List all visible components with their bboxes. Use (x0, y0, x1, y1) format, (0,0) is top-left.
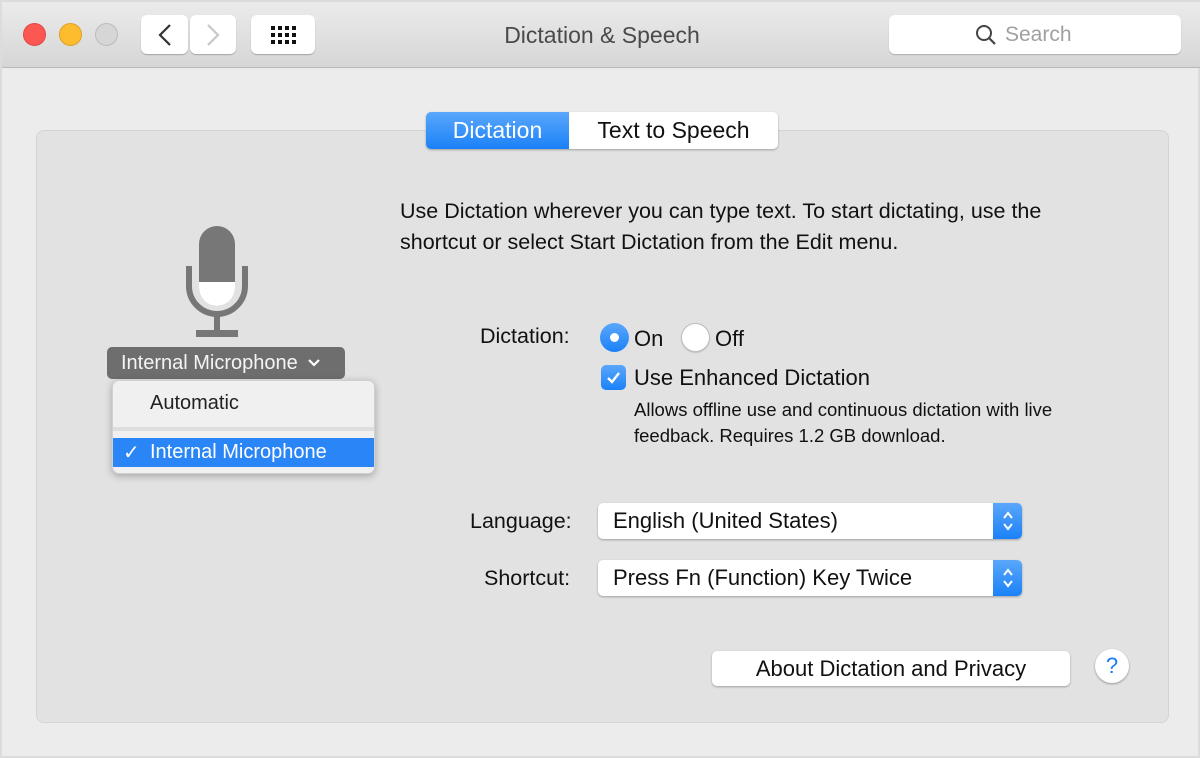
language-select[interactable]: English (United States) (598, 503, 1022, 539)
dictation-on-label[interactable]: On (634, 326, 663, 352)
preferences-window: Dictation & Speech Dictation Text to Spe… (0, 0, 1200, 758)
chevron-down-icon (308, 359, 320, 367)
enhanced-dictation-note: Allows offline use and continuous dictat… (634, 399, 1053, 446)
dictation-on-radio[interactable] (600, 323, 629, 352)
menu-item-label: Automatic (150, 391, 239, 414)
dictation-label: Dictation: (480, 324, 570, 348)
about-dictation-privacy-button[interactable]: About Dictation and Privacy (712, 651, 1070, 686)
language-value: English (United States) (613, 508, 838, 533)
help-button[interactable]: ? (1095, 649, 1129, 683)
dictation-off-label[interactable]: Off (715, 326, 744, 352)
checkmark-icon: ✓ (123, 442, 140, 464)
shortcut-value: Press Fn (Function) Key Twice (613, 565, 913, 590)
enhanced-dictation-label[interactable]: Use Enhanced Dictation (634, 365, 870, 391)
tab-text-to-speech[interactable]: Text to Speech (569, 112, 778, 149)
menu-item-label: Internal Microphone (150, 441, 327, 463)
updown-arrows-icon (993, 560, 1022, 596)
microphone-source-value: Internal Microphone (121, 351, 298, 374)
updown-arrows-icon (993, 503, 1022, 539)
menu-separator (113, 427, 374, 431)
menu-item-automatic[interactable]: Automatic (113, 387, 374, 419)
microphone-source-menu: Automatic ✓ Internal Microphone (112, 380, 375, 474)
enhanced-dictation-checkbox[interactable] (601, 365, 626, 390)
search-icon (976, 24, 996, 45)
menu-item-internal-microphone[interactable]: ✓ Internal Microphone (113, 438, 374, 467)
microphone-icon (186, 226, 248, 337)
microphone-source-popup[interactable]: Internal Microphone (107, 347, 345, 379)
checkmark-icon (607, 372, 620, 384)
shortcut-select[interactable]: Press Fn (Function) Key Twice (598, 560, 1022, 596)
tab-bar: Dictation Text to Speech (426, 112, 778, 149)
dictation-off-radio[interactable] (681, 323, 710, 352)
tab-dictation[interactable]: Dictation (426, 112, 569, 149)
search-input[interactable] (1005, 22, 1095, 47)
search-field[interactable] (889, 15, 1181, 54)
shortcut-label: Shortcut: (484, 566, 571, 590)
dictation-description: Use Dictation wherever you can type text… (400, 199, 1042, 254)
language-label: Language: (470, 509, 572, 533)
titlebar: Dictation & Speech (2, 2, 1200, 68)
